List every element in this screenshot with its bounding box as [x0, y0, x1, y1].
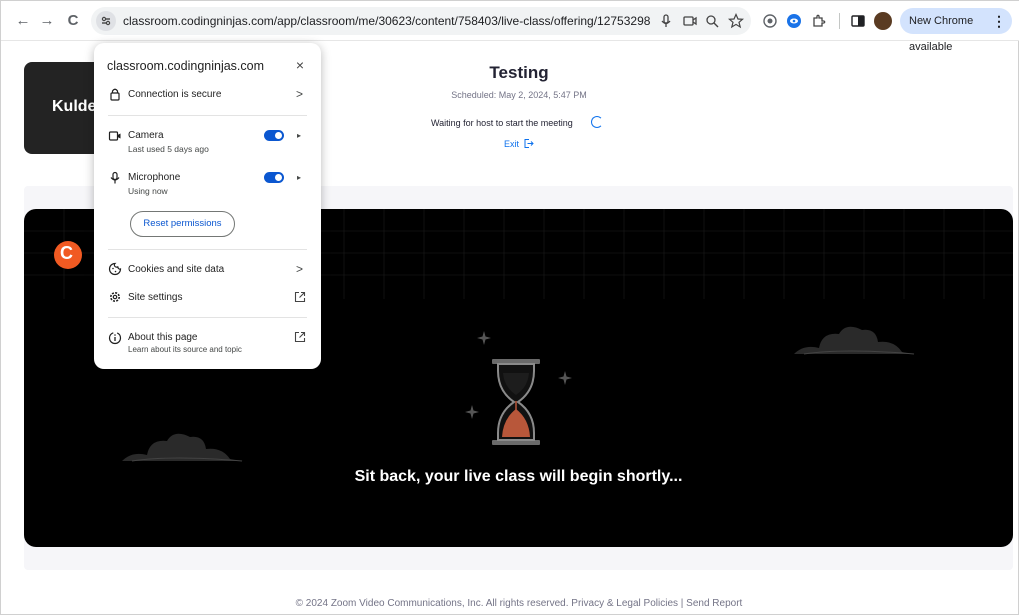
zoom-icon[interactable]: [703, 12, 721, 30]
participant-name: Kulde: [52, 98, 97, 115]
sparkle-icon: [465, 405, 479, 419]
toolbar-separator: [839, 13, 840, 29]
loading-spinner-icon: [591, 116, 603, 128]
open-in-new-icon: [294, 291, 306, 303]
site-settings-row[interactable]: Site settings: [94, 285, 321, 309]
extension-icon[interactable]: [761, 12, 779, 30]
footer-copyright: © 2024 Zoom Video Communications, Inc. A…: [295, 598, 743, 609]
class-starting-message: Sit back, your live class will begin sho…: [354, 468, 683, 485]
divider: [108, 317, 307, 318]
microphone-label: Microphone: [128, 172, 181, 183]
site-settings-label: Site settings: [128, 292, 183, 303]
sparkle-icon: [477, 331, 491, 345]
camera-last-used: Last used 5 days ago: [128, 144, 209, 154]
eye-extension-icon[interactable]: [785, 12, 803, 30]
waiting-message: Waiting for host to start the meeting: [431, 118, 573, 128]
side-panel-icon[interactable]: [849, 12, 867, 30]
site-info-button[interactable]: [96, 11, 116, 31]
microphone-in-use-icon[interactable]: [657, 12, 675, 30]
back-button[interactable]: ←: [13, 11, 33, 31]
divider: [108, 115, 307, 116]
camera-icon: [108, 131, 121, 141]
logo-letter: C: [60, 243, 73, 263]
open-in-new-icon: [294, 331, 306, 343]
extensions-puzzle-icon[interactable]: [810, 12, 828, 30]
popup-domain: classroom.codingninjas.com: [107, 59, 265, 73]
connection-label: Connection is secure: [128, 89, 222, 100]
chevron-right-icon: >: [296, 262, 304, 276]
about-label: About this page: [128, 332, 198, 343]
info-icon: [108, 331, 122, 345]
new-chrome-available-button[interactable]: New Chrome available ⋮: [900, 8, 1012, 53]
microphone-status: Using now: [128, 186, 168, 196]
camera-toggle[interactable]: [264, 130, 284, 141]
divider: [108, 249, 307, 250]
reload-button[interactable]: C: [63, 11, 83, 31]
caret-right-icon[interactable]: ▸: [297, 131, 301, 140]
microphone-icon: [110, 171, 120, 184]
exit-icon[interactable]: [523, 138, 534, 149]
about-sublabel: Learn about its source and topic: [128, 345, 242, 354]
site-info-popup: classroom.codingninjas.com × Connection …: [94, 43, 321, 369]
camera-permission-row[interactable]: Camera Last used 5 days ago ▸: [94, 125, 321, 159]
cookie-icon: [108, 262, 122, 276]
chevron-right-icon: >: [296, 87, 304, 101]
browser-window: ← → C classroom.codingninjas.com/app/cla…: [0, 0, 1019, 615]
exit-link[interactable]: Exit: [504, 139, 519, 149]
cookies-row[interactable]: Cookies and site data >: [94, 257, 321, 281]
gear-icon: [110, 292, 120, 302]
connection-secure-row[interactable]: Connection is secure >: [94, 83, 321, 107]
hourglass-icon: [492, 359, 540, 445]
lock-icon: [110, 88, 120, 101]
cloud-illustration: [794, 326, 916, 355]
browser-toolbar: ← → C classroom.codingninjas.com/app/cla…: [1, 1, 1019, 53]
microphone-toggle[interactable]: [264, 172, 284, 183]
sparkle-icon: [558, 371, 572, 385]
profile-avatar[interactable]: [874, 12, 892, 30]
cookies-label: Cookies and site data: [128, 264, 225, 275]
forward-button[interactable]: →: [37, 11, 57, 31]
bookmark-star-icon[interactable]: [727, 12, 745, 30]
microphone-permission-row[interactable]: Microphone Using now ▸: [94, 167, 321, 201]
caret-right-icon[interactable]: ▸: [297, 173, 301, 182]
about-page-row[interactable]: About this page Learn about its source a…: [94, 327, 321, 361]
close-button[interactable]: ×: [292, 57, 308, 73]
tune-icon: [101, 16, 111, 26]
update-label: New Chrome available: [909, 15, 974, 53]
cloud-illustration: [122, 433, 244, 462]
more-menu-icon[interactable]: ⋮: [992, 8, 1006, 34]
camera-label: Camera: [128, 130, 164, 141]
camera-in-use-icon[interactable]: [681, 12, 699, 30]
url-text[interactable]: classroom.codingninjas.com/app/classroom…: [123, 14, 650, 28]
reset-permissions-button[interactable]: Reset permissions: [130, 211, 235, 237]
